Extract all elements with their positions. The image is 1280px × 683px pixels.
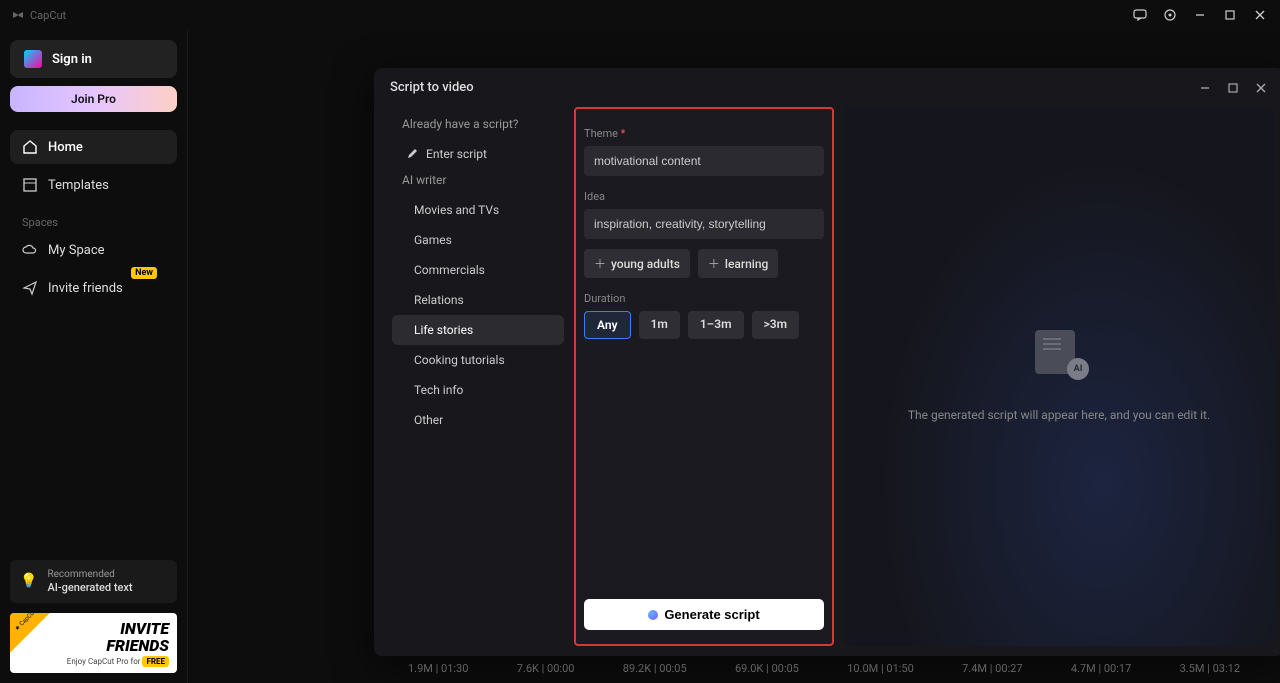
cloud-icon (22, 242, 38, 258)
join-pro-button[interactable]: Join Pro (10, 86, 177, 112)
pencil-icon (406, 148, 418, 160)
category-life-stories[interactable]: Life stories (392, 315, 564, 345)
nav-invite-label: Invite friends (48, 281, 123, 296)
brand-label: CapCut (30, 9, 66, 22)
signin-label: Sign in (52, 52, 92, 67)
stat-item: 89.2K | 00:05 (623, 662, 687, 675)
category-commercials[interactable]: Commercials (392, 255, 564, 285)
promo-free-badge: FREE (142, 656, 169, 667)
nav-invite[interactable]: Invite friends New (10, 271, 177, 305)
nav-home[interactable]: Home (10, 130, 177, 164)
generate-label: Generate script (664, 607, 759, 622)
nav-home-label: Home (48, 140, 83, 155)
enter-script-item[interactable]: Enter script (392, 139, 564, 169)
home-icon (22, 139, 38, 155)
recommended-sub: AI-generated text (47, 581, 132, 595)
category-movies-and-tvs[interactable]: Movies and TVs (392, 195, 564, 225)
plus-icon: ＋ (594, 255, 606, 272)
stat-item: 69.0K | 00:05 (735, 662, 799, 675)
duration-option[interactable]: 1–3m (688, 311, 744, 339)
brand-icon (12, 9, 24, 21)
ai-doc-icon: AI (1031, 330, 1087, 378)
stat-item: 4.7M | 00:17 (1071, 662, 1131, 675)
recommended-title: Recommended (47, 568, 132, 581)
bulb-icon: 💡 (20, 573, 37, 589)
chat-icon[interactable] (1132, 7, 1148, 23)
logo-icon (24, 50, 42, 68)
sparkle-icon (648, 610, 658, 620)
duration-label: Duration (584, 292, 824, 305)
modal-title: Script to video (390, 80, 474, 95)
settings-icon[interactable] (1162, 7, 1178, 23)
enter-script-label: Enter script (426, 147, 487, 161)
duration-option[interactable]: >3m (752, 311, 800, 339)
form-panel: Theme * Idea ＋young adults＋learning Dura… (574, 107, 834, 646)
nav-myspace-label: My Space (48, 243, 105, 258)
category-tech-info[interactable]: Tech info (392, 375, 564, 405)
modal-maximize[interactable] (1226, 81, 1240, 95)
category-relations[interactable]: Relations (392, 285, 564, 315)
modal-minimize[interactable] (1198, 81, 1212, 95)
already-header: Already have a script? (392, 113, 564, 139)
idea-input[interactable] (584, 209, 824, 239)
stat-item: 3.5M | 03:12 (1180, 662, 1240, 675)
close-button[interactable] (1252, 7, 1268, 23)
plus-icon: ＋ (708, 255, 720, 272)
signin-button[interactable]: Sign in (10, 40, 177, 78)
output-panel: AI The generated script will appear here… (844, 107, 1274, 646)
invite-promo[interactable]: INVITE FRIENDS Enjoy CapCut Pro for FREE (10, 613, 177, 673)
category-cooking-tutorials[interactable]: Cooking tutorials (392, 345, 564, 375)
spaces-section-label: Spaces (10, 206, 177, 233)
new-badge: New (131, 267, 157, 279)
idea-label: Idea (584, 190, 824, 203)
templates-icon (22, 177, 38, 193)
stat-item: 10.0M | 01:50 (847, 662, 914, 675)
suggestion-chip[interactable]: ＋learning (698, 249, 778, 278)
titlebar-brand: CapCut (12, 9, 66, 22)
stat-item: 7.4M | 00:27 (962, 662, 1022, 675)
script-to-video-modal: Script to video Already have a script? E… (374, 68, 1280, 656)
duration-option[interactable]: Any (584, 311, 631, 339)
stat-item: 7.6K | 00:00 (517, 662, 575, 675)
theme-input[interactable] (584, 146, 824, 176)
promo-small: Enjoy CapCut Pro for (67, 657, 141, 666)
duration-option[interactable]: 1m (639, 311, 680, 339)
maximize-button[interactable] (1222, 7, 1238, 23)
category-games[interactable]: Games (392, 225, 564, 255)
nav-templates[interactable]: Templates (10, 168, 177, 202)
nav-myspace[interactable]: My Space (10, 233, 177, 267)
modal-close[interactable] (1254, 81, 1268, 95)
stat-item: 1.9M | 01:30 (408, 662, 468, 675)
category-other[interactable]: Other (392, 405, 564, 435)
send-icon (22, 280, 38, 296)
theme-label: Theme (584, 127, 618, 140)
recommended-card[interactable]: 💡 Recommended AI-generated text (10, 560, 177, 603)
nav-templates-label: Templates (48, 178, 109, 193)
suggestion-chip[interactable]: ＋young adults (584, 249, 690, 278)
generate-script-button[interactable]: Generate script (584, 599, 824, 630)
aiwriter-header: AI writer (392, 169, 564, 195)
minimize-button[interactable] (1192, 7, 1208, 23)
output-placeholder: The generated script will appear here, a… (908, 406, 1210, 424)
